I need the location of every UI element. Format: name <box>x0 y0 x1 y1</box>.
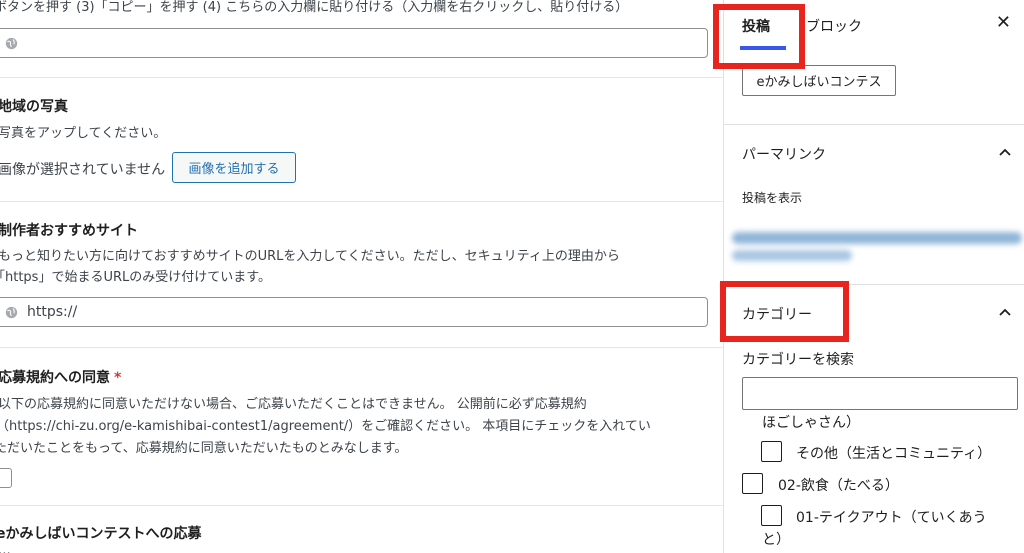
tag-chip[interactable]: eかみしばいコンテス <box>742 65 896 96</box>
active-tab-indicator <box>740 46 786 50</box>
top-url-input[interactable] <box>0 28 708 58</box>
category-panel-title[interactable]: カテゴリー <box>742 304 812 324</box>
category-item-label: 02-飲食（たべる） <box>778 478 899 494</box>
close-icon[interactable]: ✕ <box>996 12 1011 33</box>
tab-block[interactable]: ブロック <box>806 16 862 36</box>
category-search-input[interactable] <box>742 377 1018 410</box>
view-post-label: 投稿を表示 <box>742 191 803 205</box>
agreement-checkbox[interactable] <box>0 468 12 488</box>
contest-description-cut: ⋯ <box>0 546 11 553</box>
permalink-panel-title[interactable]: パーマリンク <box>742 144 826 164</box>
recommended-site-description-2: 「https」で始まるURLのみ受け付けています。 <box>0 270 271 285</box>
category-checkbox[interactable] <box>742 473 763 494</box>
category-checkbox[interactable] <box>761 505 782 526</box>
globe-icon <box>5 37 18 50</box>
photo-status: 画像が選択されていません <box>0 162 166 178</box>
tab-post[interactable]: 投稿 <box>742 16 770 36</box>
recommended-url-input[interactable]: https:// <box>0 297 708 327</box>
photo-label: 地域の写真 <box>0 99 68 115</box>
divider <box>724 284 1024 285</box>
recommended-url-value: https:// <box>27 304 78 320</box>
required-mark: * <box>114 370 122 386</box>
globe-icon <box>5 306 18 319</box>
photo-description: 写真をアップしてください。 <box>0 126 167 141</box>
blurred-permalink-url[interactable] <box>732 226 1022 266</box>
recommended-site-description-1: もっと知りたい方に向けておすすめサイトのURLを入力してください。ただし、セキュ… <box>0 249 620 264</box>
divider <box>0 347 723 348</box>
divider <box>0 201 723 202</box>
add-image-button[interactable]: 画像を追加する <box>172 152 296 183</box>
category-item-label: 01-テイクアウト（ていくあう <box>796 510 987 526</box>
agreement-line-2: （https://chi-zu.org/e-kamishibai-contest… <box>0 419 651 434</box>
category-checkbox[interactable] <box>761 441 782 462</box>
recommended-site-label: 制作者おすすめサイト <box>0 223 138 239</box>
contest-label: eかみしばいコンテストへの応募 <box>0 526 202 542</box>
agreement-line-3: ただいたことをもって、応募規約に同意いただいたものとみなします。 <box>0 441 408 456</box>
divider <box>724 124 1024 125</box>
agreement-line-1: 以下の応募規約に同意いただけない場合、ご応募いただくことはできません。 公開前に… <box>0 397 587 412</box>
divider <box>0 77 723 78</box>
category-item-label: その他（生活とコミュニティ） <box>796 446 992 462</box>
category-item-label-cont: と） <box>762 532 790 548</box>
agreement-label-text: 応募規約への同意 <box>0 370 110 386</box>
chevron-up-icon[interactable] <box>999 308 1011 316</box>
agreement-label: 応募規約への同意 * <box>0 367 121 387</box>
top-instruction: ボタンを押す (3)「コピー」を押す (4) こちらの入力欄に貼り付ける（入力欄… <box>0 0 629 15</box>
editor-main: ボタンを押す (3)「コピー」を押す (4) こちらの入力欄に貼り付ける（入力欄… <box>0 0 723 553</box>
divider <box>0 505 723 506</box>
chevron-up-icon[interactable] <box>999 148 1011 156</box>
settings-sidebar: 投稿 ブロック ✕ eかみしばいコンテス パーマリンク 投稿を表示 カテゴリー … <box>723 0 1024 553</box>
category-search-label: カテゴリーを検索 <box>742 352 854 368</box>
category-item-label: ほごしゃさん） <box>762 415 860 431</box>
